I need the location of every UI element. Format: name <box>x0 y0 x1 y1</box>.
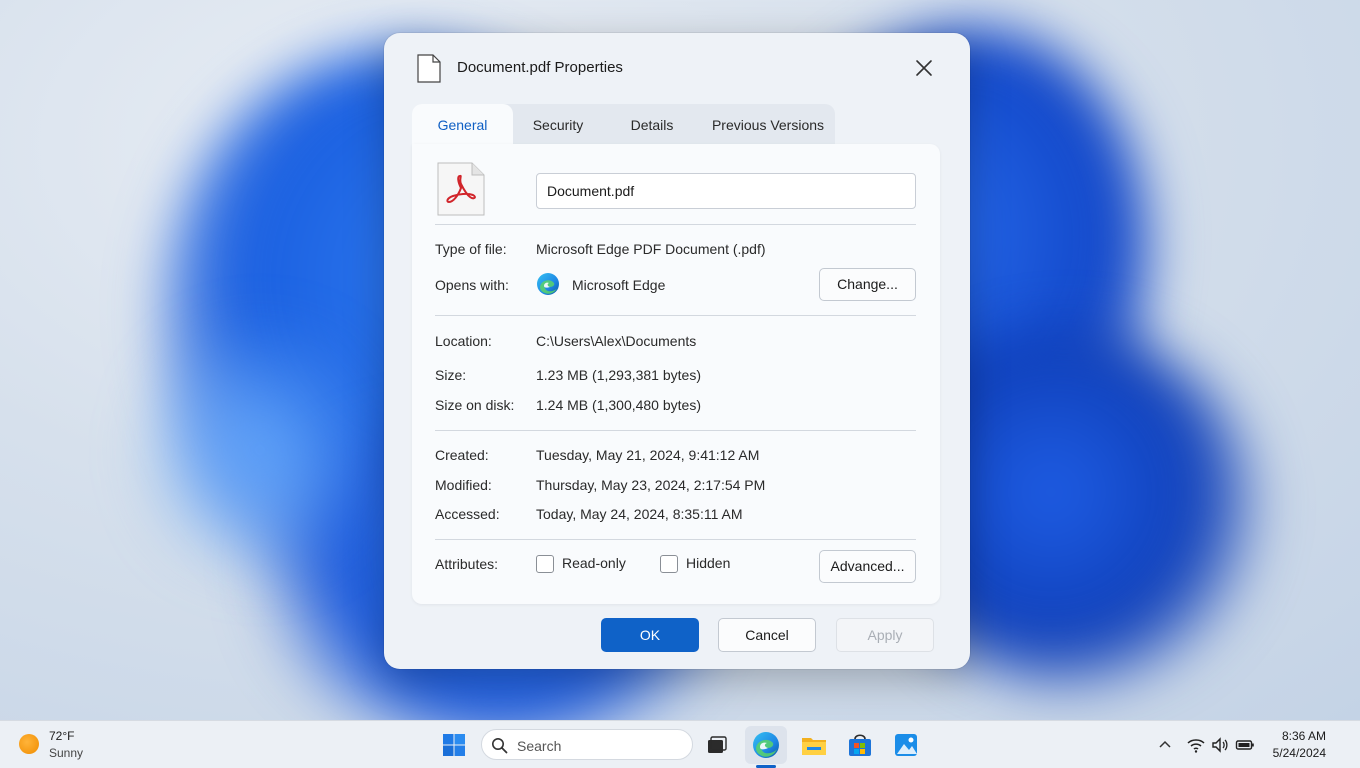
photos-icon[interactable] <box>890 729 922 761</box>
file-name-input[interactable] <box>536 173 916 209</box>
modified-value: Thursday, May 23, 2024, 2:17:54 PM <box>536 477 766 493</box>
read-only-label: Read-only <box>562 555 626 571</box>
edge-taskbar-icon[interactable] <box>750 729 782 761</box>
general-panel: Type of file: Microsoft Edge PDF Documen… <box>412 144 940 604</box>
close-icon[interactable] <box>911 55 937 81</box>
apply-button: Apply <box>836 618 934 652</box>
store-icon[interactable] <box>844 729 876 761</box>
tab-security[interactable]: Security <box>522 104 594 144</box>
weather-condition[interactable]: Sunny <box>49 746 83 760</box>
created-value: Tuesday, May 21, 2024, 9:41:12 AM <box>536 447 760 463</box>
accessed-value: Today, May 24, 2024, 8:35:11 AM <box>536 506 743 522</box>
volume-icon[interactable] <box>1210 735 1230 755</box>
opens-with-value: Microsoft Edge <box>572 277 666 293</box>
opens-with-label: Opens with: <box>435 277 509 293</box>
clock-date[interactable]: 5/24/2024 <box>1260 746 1326 760</box>
pdf-file-icon <box>437 162 485 216</box>
size-on-disk-value: 1.24 MB (1,300,480 bytes) <box>536 397 701 413</box>
divider <box>435 315 916 316</box>
type-of-file-label: Type of file: <box>435 241 507 257</box>
taskbar-search[interactable]: Search <box>481 729 693 760</box>
type-of-file-value: Microsoft Edge PDF Document (.pdf) <box>536 241 766 257</box>
properties-dialog: Document.pdf Properties General Security… <box>384 33 970 669</box>
search-placeholder: Search <box>517 738 562 754</box>
taskbar: 72°F Sunny Search 8:36 AM 5/24/2024 <box>0 720 1360 768</box>
start-icon[interactable] <box>438 729 470 761</box>
advanced-button[interactable]: Advanced... <box>819 550 916 583</box>
weather-temperature[interactable]: 72°F <box>49 729 74 743</box>
tab-general[interactable]: General <box>412 104 513 144</box>
divider <box>435 430 916 431</box>
file-explorer-icon[interactable] <box>798 729 830 761</box>
tab-strip: General Security Details Previous Versio… <box>412 104 835 144</box>
wifi-icon[interactable] <box>1186 735 1206 755</box>
hidden-label: Hidden <box>686 555 731 571</box>
accessed-label: Accessed: <box>435 506 500 522</box>
read-only-checkbox[interactable] <box>536 555 554 573</box>
created-label: Created: <box>435 447 489 463</box>
document-icon <box>417 54 441 83</box>
wallpaper-bloom <box>140 300 380 600</box>
hidden-checkbox[interactable] <box>660 555 678 573</box>
chevron-up-icon[interactable] <box>1155 735 1175 755</box>
attributes-label: Attributes: <box>435 556 499 572</box>
cancel-button[interactable]: Cancel <box>718 618 816 652</box>
modified-label: Modified: <box>435 477 492 493</box>
tab-previous-versions[interactable]: Previous Versions <box>704 104 832 144</box>
edge-icon <box>537 273 559 295</box>
size-value: 1.23 MB (1,293,381 bytes) <box>536 367 701 383</box>
task-view-icon[interactable] <box>700 729 732 761</box>
change-button[interactable]: Change... <box>819 268 916 301</box>
sun-icon[interactable] <box>19 734 39 754</box>
size-label: Size: <box>435 367 467 383</box>
search-icon <box>492 738 508 754</box>
clock-time[interactable]: 8:36 AM <box>1270 729 1326 743</box>
battery-icon[interactable] <box>1235 735 1255 755</box>
tab-details[interactable]: Details <box>617 104 687 144</box>
divider <box>435 539 916 540</box>
dialog-title: Document.pdf Properties <box>457 59 623 76</box>
size-on-disk-label: Size on disk: <box>435 397 515 413</box>
divider <box>435 224 916 225</box>
ok-button[interactable]: OK <box>601 618 699 652</box>
location-value: C:\Users\Alex\Documents <box>536 333 697 349</box>
location-label: Location: <box>435 333 492 349</box>
